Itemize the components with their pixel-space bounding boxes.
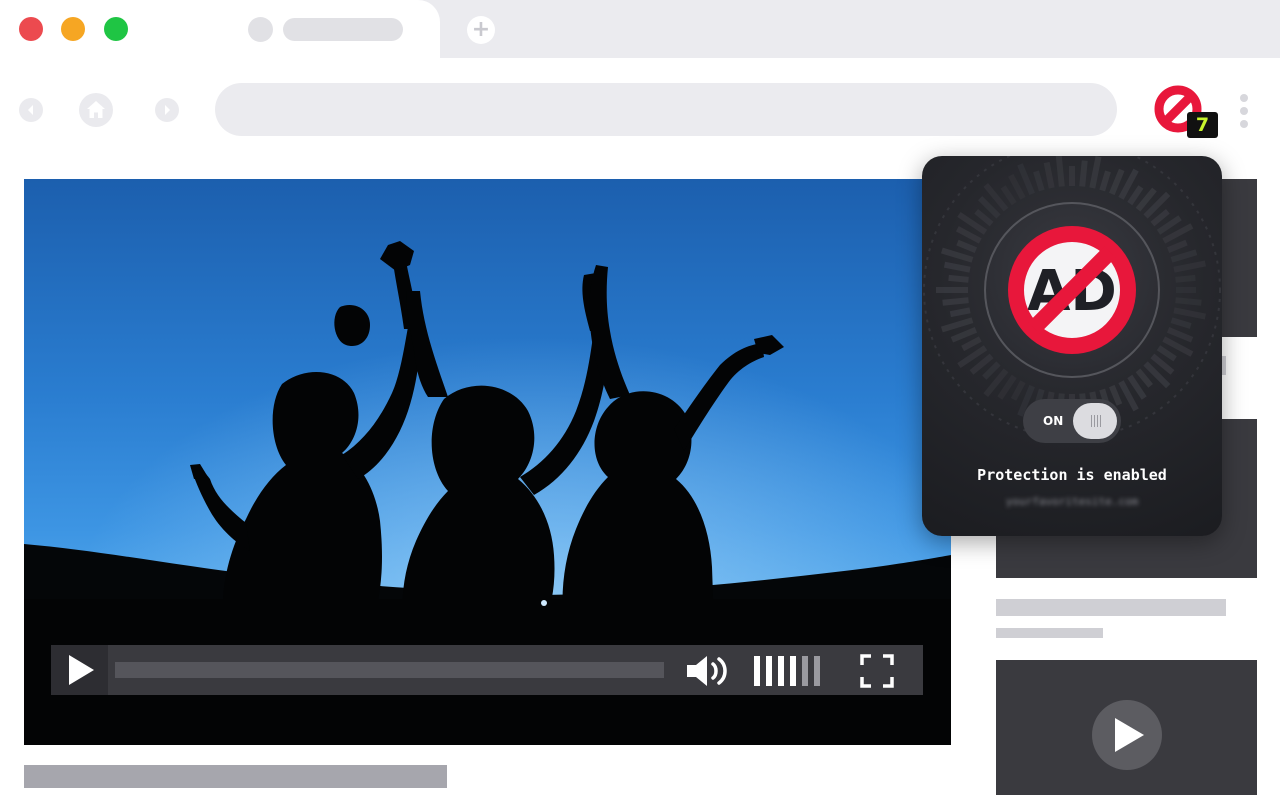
progress-scrubber[interactable]	[115, 662, 664, 678]
thumbnail-play-button[interactable]	[1092, 700, 1162, 770]
decorative-ray	[1033, 170, 1045, 192]
decorative-ray	[1079, 160, 1088, 187]
decorative-ray	[943, 261, 971, 273]
play-button[interactable]	[51, 645, 108, 695]
fullscreen-icon[interactable]	[860, 654, 894, 688]
ad-block-popup: AD ON Protection is enabled yourfavorite…	[922, 156, 1222, 536]
protection-status-text: Protection is enabled	[977, 466, 1167, 484]
video-title-placeholder	[24, 765, 447, 788]
current-site-text: yourfavoritesite.com	[1005, 495, 1139, 508]
decorative-ray	[1170, 249, 1198, 263]
decorative-ray	[1043, 161, 1055, 189]
decorative-ray	[955, 226, 982, 244]
ad-block-extension-button[interactable]: 7	[1150, 84, 1220, 140]
protection-toggle[interactable]: ON	[1023, 399, 1121, 443]
related-video-title-placeholder	[996, 599, 1226, 616]
decorative-ray	[949, 307, 971, 318]
decorative-ray	[1017, 163, 1035, 196]
decorative-ray	[961, 336, 982, 352]
tab-title-placeholder	[283, 18, 403, 41]
arrow-right-icon	[165, 105, 170, 115]
decorative-ray	[1166, 239, 1188, 253]
video-player[interactable]	[24, 179, 951, 745]
maximize-window-button[interactable]	[104, 17, 128, 41]
decorative-ray	[1170, 317, 1192, 329]
kebab-menu-icon[interactable]	[1239, 94, 1249, 128]
volume-bar	[790, 656, 796, 686]
blocked-count-badge: 7	[1187, 112, 1218, 138]
browser-window: + 7 ON Protection is enabled yourfavorit…	[0, 0, 1280, 800]
decorative-ray	[1175, 297, 1202, 306]
related-video-thumbnail[interactable]	[996, 660, 1257, 795]
decorative-ray	[1173, 307, 1206, 320]
volume-bar	[778, 656, 784, 686]
address-bar[interactable]	[215, 83, 1117, 136]
decorative-ray	[1109, 384, 1123, 406]
decorative-ray	[1008, 173, 1026, 200]
volume-bar	[766, 656, 772, 686]
logo-disc: AD	[984, 202, 1160, 378]
decorative-ray	[1175, 274, 1196, 283]
decorative-ray	[940, 317, 974, 333]
play-icon	[69, 655, 94, 685]
volume-slider[interactable]	[754, 656, 828, 686]
decorative-ray	[942, 297, 969, 306]
decorative-ray	[948, 274, 969, 283]
decorative-ray	[1099, 170, 1111, 192]
home-icon	[87, 101, 105, 118]
decorative-ray	[1089, 156, 1102, 189]
minimize-window-button[interactable]	[61, 17, 85, 41]
decorative-ray	[940, 247, 974, 263]
decorative-ray	[1109, 168, 1125, 196]
volume-bar	[802, 656, 808, 686]
back-button[interactable]	[19, 98, 43, 122]
decorative-ray	[950, 327, 978, 343]
decorative-ray	[956, 239, 978, 253]
volume-icon[interactable]	[685, 654, 733, 688]
close-window-button[interactable]	[19, 17, 43, 41]
volume-bar	[814, 656, 820, 686]
tab-favicon-icon	[248, 17, 273, 42]
plus-icon: +	[471, 17, 491, 42]
related-video-meta-placeholder	[996, 628, 1103, 638]
decorative-ray	[1166, 327, 1194, 343]
active-tab[interactable]	[0, 0, 440, 62]
arrow-left-icon	[28, 105, 33, 115]
forward-button[interactable]	[155, 98, 179, 122]
decorative-ray	[1127, 185, 1144, 206]
decorative-ray	[1055, 156, 1065, 187]
volume-bar	[754, 656, 760, 686]
toggle-label: ON	[1043, 414, 1064, 428]
toggle-knob[interactable]	[1073, 403, 1117, 439]
home-button[interactable]	[79, 93, 113, 127]
decorative-ray	[1000, 185, 1017, 206]
video-controls	[51, 645, 923, 695]
new-tab-button[interactable]: +	[467, 16, 495, 44]
no-ad-icon: AD	[1008, 226, 1136, 354]
decorative-ray	[1010, 380, 1026, 401]
play-icon	[1115, 718, 1144, 752]
decorative-ray	[1173, 260, 1206, 273]
decorative-ray	[1156, 345, 1177, 362]
